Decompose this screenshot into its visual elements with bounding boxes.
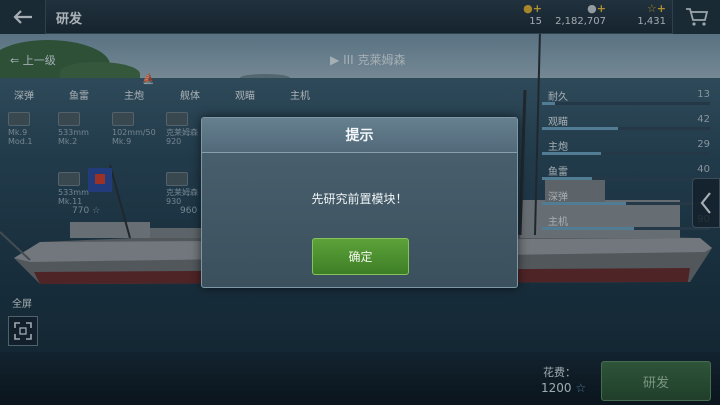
dialog-message: 先研究前置模块！ [311,192,408,206]
dialog-title: 提示 [202,118,517,153]
confirm-button[interactable]: 确定 [312,238,409,275]
prompt-dialog: 提示 先研究前置模块！ 确定 [201,117,518,288]
